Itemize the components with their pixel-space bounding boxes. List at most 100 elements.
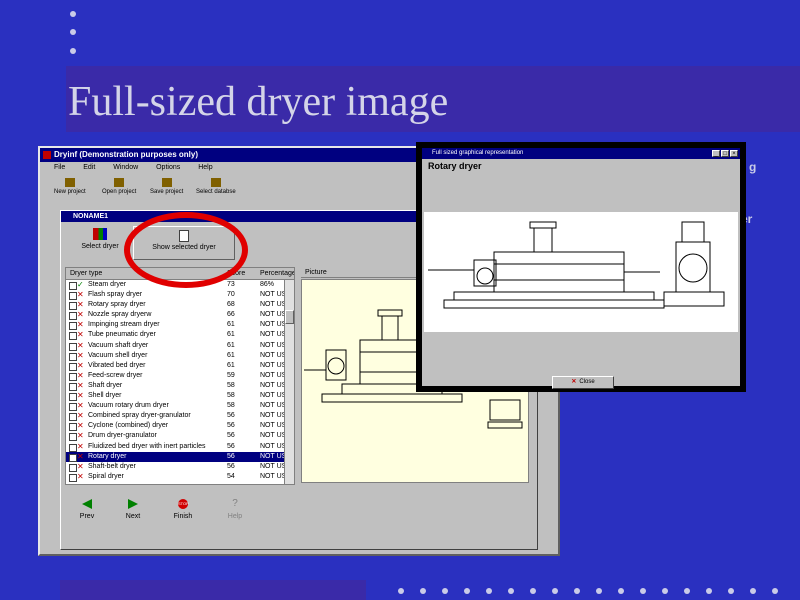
row-checkbox[interactable] — [69, 433, 77, 442]
table-row[interactable]: ✕ Vacuum shaft dryer 61 NOT US. — [66, 341, 294, 351]
bullet-dot — [684, 588, 690, 594]
menu-help[interactable]: Help — [198, 164, 212, 171]
cross-icon: ✕ — [77, 300, 84, 310]
table-row[interactable]: ✕ Feed-screw dryer 59 NOT US. — [66, 371, 294, 381]
row-checkbox[interactable] — [69, 352, 77, 361]
table-row[interactable]: ✕ Rotary spray dryer 68 NOT US. — [66, 300, 294, 311]
select-database-button[interactable]: Select databse — [196, 178, 236, 195]
minimize-icon[interactable]: _ — [712, 150, 720, 157]
row-checkbox[interactable] — [69, 382, 77, 391]
dryer-name: Drum dryer-granulator — [88, 432, 157, 440]
question-icon: ? — [232, 498, 238, 509]
table-row[interactable]: ✕ Fluidized bed dryer with inert particle… — [66, 442, 294, 452]
table-row[interactable]: ✕ Flash spray dryer 70 NOT US. — [66, 290, 294, 301]
table-row[interactable]: ✕ Shell dryer 58 NOT US. — [66, 391, 294, 402]
new-project-button[interactable]: New project — [54, 178, 86, 195]
cross-icon: ✕ — [77, 471, 84, 481]
dryer-score: 56 — [227, 452, 235, 460]
help-button[interactable]: ? Help — [217, 498, 253, 521]
row-checkbox[interactable] — [69, 463, 77, 472]
row-checkbox[interactable] — [69, 403, 77, 412]
row-checkbox[interactable] — [69, 292, 77, 301]
bullet-dot — [618, 588, 624, 594]
column-dryer-type[interactable]: Dryer type — [70, 268, 102, 279]
table-row[interactable]: ✕ Vibrated bed dryer 61 NOT US. — [66, 361, 294, 371]
row-checkbox[interactable] — [69, 413, 77, 422]
table-row[interactable]: ✕ Impinging stream dryer 61 NOT US. — [66, 320, 294, 331]
table-row[interactable]: ✕ Spiral dryer 54 NOT US. — [66, 472, 294, 482]
cross-icon: ✕ — [77, 340, 84, 350]
close-button[interactable]: ✕ Close — [552, 376, 614, 389]
maximize-icon[interactable]: □ — [721, 150, 729, 157]
table-row[interactable]: ✕ Shaft-belt dryer 56 NOT US. — [66, 462, 294, 472]
bullet-dot — [596, 588, 602, 594]
list-scrollbar[interactable] — [284, 280, 294, 484]
row-checkbox[interactable] — [69, 393, 77, 402]
row-checkbox[interactable] — [69, 332, 77, 341]
row-checkbox[interactable] — [69, 302, 77, 311]
row-checkbox[interactable] — [69, 342, 77, 351]
table-row[interactable]: ✕ Nozzle spray dryerw 66 NOT US. — [66, 310, 294, 321]
select-dryer-button[interactable]: Select dryer — [75, 228, 125, 250]
row-checkbox[interactable] — [69, 312, 77, 321]
bullet-dot — [70, 48, 76, 54]
dryer-score: 59 — [227, 371, 235, 379]
dryer-score: 54 — [227, 472, 235, 480]
dryer-name: Tube pneumatic dryer — [88, 331, 156, 339]
dryer-name: Fluidized bed dryer with inert particles — [88, 442, 206, 450]
bullet-dot — [662, 588, 668, 594]
row-checkbox[interactable] — [69, 372, 77, 381]
column-percentage[interactable]: Percentage — [260, 268, 294, 279]
bullet-dot — [530, 588, 536, 594]
bullet-dot — [508, 588, 514, 594]
rotary-dryer-drawing-large — [428, 221, 725, 309]
row-checkbox[interactable] — [69, 282, 77, 290]
dryer-score: 58 — [227, 392, 235, 400]
row-checkbox[interactable] — [69, 473, 77, 482]
next-button[interactable]: Next — [115, 499, 151, 520]
scrollbar-thumb[interactable] — [285, 310, 294, 324]
table-row[interactable]: ✕ Tube pneumatic dryer 61 NOT US. — [66, 330, 294, 341]
table-row[interactable]: ✕ Shaft dryer 58 NOT US. — [66, 381, 294, 391]
table-row[interactable]: ✕ Drum dryer-granulator 56 NOT US. — [66, 431, 294, 442]
finish-button[interactable]: STOP Finish — [165, 499, 201, 520]
prev-button[interactable]: Prev — [69, 499, 105, 520]
dryer-name: Cyclone (combined) dryer — [88, 422, 169, 430]
menu-edit[interactable]: Edit — [83, 164, 95, 171]
dryer-percentage: 86% — [260, 281, 275, 288]
table-row[interactable]: ✕ Vacuum shell dryer 61 NOT US. — [66, 351, 294, 361]
table-row[interactable]: ✕ Rotary dryer 56 NOT US. — [66, 451, 294, 462]
open-project-button[interactable]: Open project — [102, 178, 136, 195]
dryer-name: Vacuum rotary drum dryer — [88, 402, 169, 410]
cross-icon: ✕ — [77, 431, 84, 441]
row-checkbox[interactable] — [69, 322, 77, 331]
menu-options[interactable]: Options — [156, 164, 180, 171]
cross-icon: ✕ — [77, 401, 84, 411]
row-checkbox[interactable] — [69, 453, 77, 462]
dryer-score: 66 — [227, 311, 235, 319]
dryer-name: Impinging stream dryer — [88, 321, 160, 329]
menu-window[interactable]: Window — [113, 164, 138, 171]
row-checkbox[interactable] — [69, 423, 77, 432]
save-project-button[interactable]: Save project — [150, 178, 183, 195]
row-checkbox[interactable] — [69, 362, 77, 371]
table-row[interactable]: ✕ Cyclone (combined) dryer 56 NOT US. — [66, 421, 294, 432]
save-project-icon — [161, 178, 172, 187]
dryer-score: 73 — [227, 281, 235, 288]
dryer-name: Vacuum shell dryer — [88, 351, 148, 359]
bullet-dot — [640, 588, 646, 594]
table-row[interactable]: ✕ Vacuum rotary drum dryer 58 NOT US. — [66, 401, 294, 412]
menu-file[interactable]: File — [54, 164, 65, 171]
table-row[interactable]: ✕ Combined spray dryer-granulator 56 NOT US… — [66, 411, 294, 422]
close-window-icon[interactable]: × — [730, 150, 738, 157]
dryer-score: 56 — [227, 462, 235, 470]
dryer-name: Steam dryer — [88, 281, 127, 288]
dryer-name: Vacuum shaft dryer — [88, 341, 149, 349]
dryer-name: Flash spray dryer — [88, 291, 143, 299]
dryer-name: Shell dryer — [88, 392, 122, 400]
select-database-icon — [210, 178, 221, 187]
dryer-score: 61 — [227, 331, 235, 339]
row-checkbox[interactable] — [69, 443, 77, 452]
dryer-score: 56 — [227, 412, 235, 420]
dialog-titlebar: Full sized graphical representation _ □ … — [422, 148, 740, 159]
